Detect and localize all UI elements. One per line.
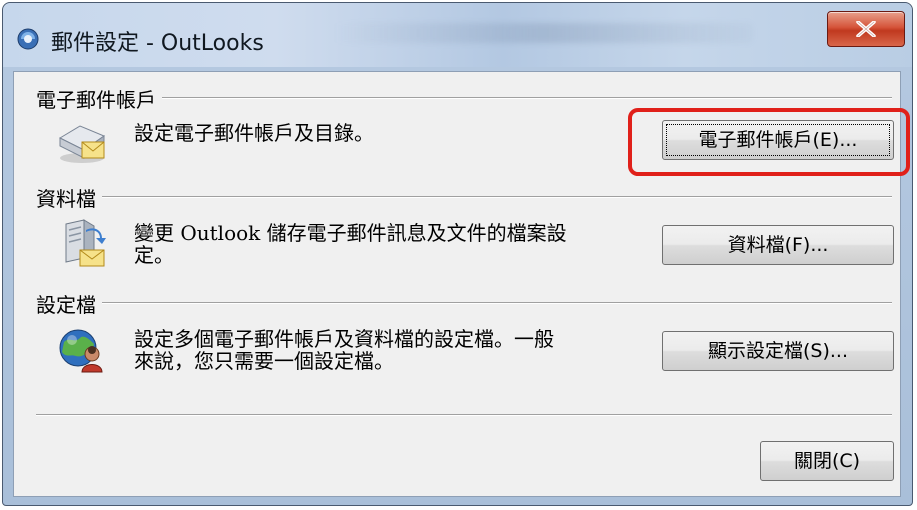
- window-close-button[interactable]: [827, 11, 905, 47]
- section-divider: [36, 302, 892, 304]
- outlook-app-icon: [17, 28, 39, 50]
- section-heading-data-files: 資料檔: [36, 183, 102, 212]
- close-icon: [856, 21, 876, 37]
- section-divider: [36, 97, 892, 99]
- footer-separator: [36, 414, 892, 416]
- section-heading-profiles: 設定檔: [36, 289, 102, 318]
- mail-setup-window: 郵件設定 - OutLooks 電子郵件帳戶 設定電子郵件帳戶及目錄。 電子郵件…: [2, 2, 913, 506]
- profiles-icon: [59, 329, 103, 373]
- show-profiles-button[interactable]: 顯示設定檔(S)...: [662, 331, 894, 371]
- section-divider: [36, 196, 892, 198]
- data-files-description-line2: 定。: [134, 243, 174, 267]
- data-files-icon: [65, 219, 106, 267]
- highlight-annotation: [628, 108, 910, 176]
- profiles-description-line2: 來說，您只需要一個設定檔。: [134, 349, 394, 373]
- email-accounts-description: 設定電子郵件帳戶及目錄。: [134, 121, 374, 145]
- data-files-button[interactable]: 資料檔(F)...: [662, 225, 894, 265]
- data-files-description-line1: 變更 Outlook 儲存電子郵件訊息及文件的檔案設: [134, 221, 567, 245]
- section-heading-email-accounts: 電子郵件帳戶: [36, 84, 162, 113]
- close-button[interactable]: 關閉(C): [760, 441, 894, 481]
- email-accounts-icon: [58, 125, 106, 163]
- background-window-ghost: [333, 23, 753, 43]
- title-bar[interactable]: 郵件設定 - OutLooks: [3, 3, 912, 67]
- window-title: 郵件設定 - OutLooks: [51, 31, 264, 56]
- profiles-description-line1: 設定多個電子郵件帳戶及資料檔的設定檔。一般: [134, 327, 554, 351]
